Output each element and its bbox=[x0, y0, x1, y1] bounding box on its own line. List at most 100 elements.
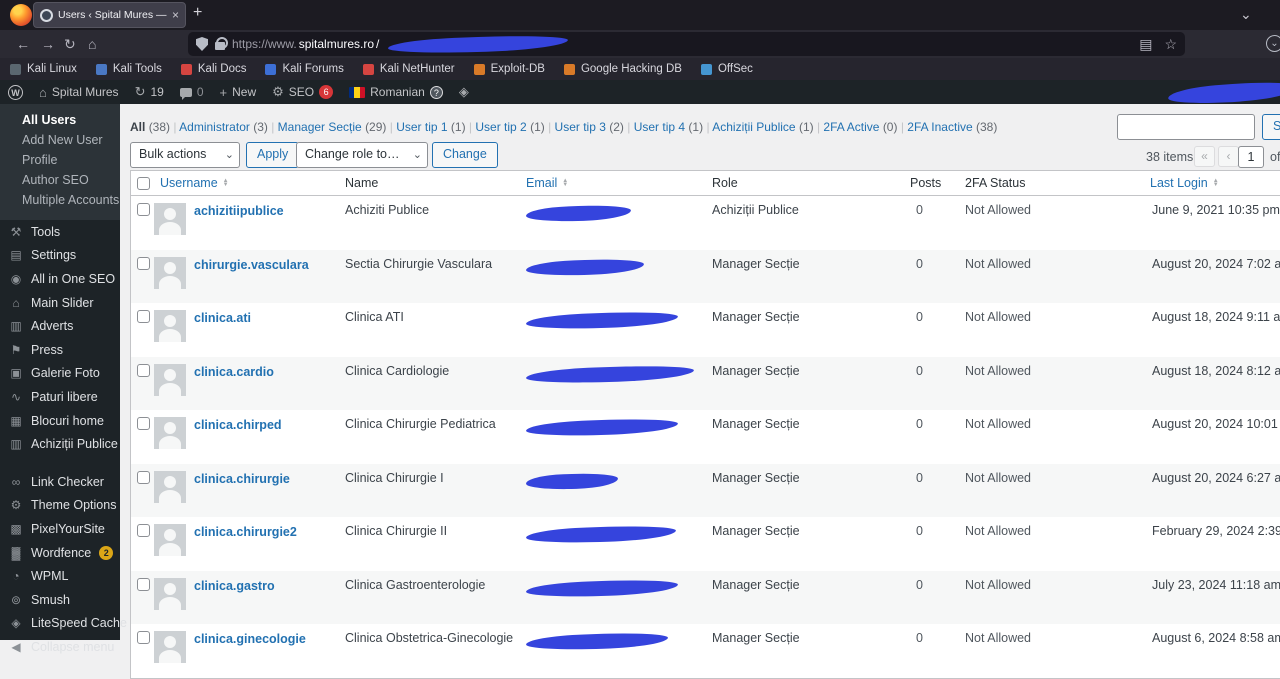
posts-cell[interactable]: 0 bbox=[902, 364, 957, 378]
bookmark-item[interactable]: Kali Linux bbox=[10, 63, 77, 75]
row-checkbox[interactable] bbox=[137, 577, 150, 591]
username-link[interactable]: clinica.cardio bbox=[194, 364, 274, 396]
username-link[interactable]: clinica.ati bbox=[194, 310, 251, 342]
submenu-item[interactable]: Profile bbox=[0, 150, 120, 170]
bookmark-item[interactable]: Kali NetHunter bbox=[362, 63, 455, 75]
row-checkbox[interactable] bbox=[137, 524, 150, 537]
row-checkbox[interactable] bbox=[137, 631, 150, 644]
prev-page-button[interactable]: ‹ bbox=[1218, 146, 1239, 167]
row-checkbox[interactable] bbox=[137, 470, 150, 484]
sidebar-menu-item[interactable]: ∿ Paturi libere bbox=[0, 385, 120, 409]
adminbar-updates[interactable]: ↻ 19 bbox=[135, 84, 164, 100]
sidebar-menu-item[interactable]: ⚑ Press bbox=[0, 338, 120, 362]
sidebar-menu-item[interactable]: ▥ Adverts bbox=[0, 314, 120, 338]
posts-cell[interactable]: 0 bbox=[902, 578, 957, 592]
role-filter-link[interactable]: User tip 4 (1) bbox=[627, 120, 706, 134]
row-checkbox[interactable] bbox=[137, 203, 150, 216]
sidebar-menu-item[interactable]: ▥ Achiziții Publice bbox=[0, 432, 120, 456]
submenu-item[interactable]: Multiple Accounts bbox=[0, 190, 120, 210]
posts-cell[interactable]: 0 bbox=[902, 203, 957, 217]
sidebar-menu-item[interactable]: ⚒ Tools bbox=[0, 220, 120, 244]
row-checkbox[interactable] bbox=[137, 256, 150, 270]
firefox-logo-icon[interactable] bbox=[10, 4, 32, 26]
posts-cell[interactable]: 0 bbox=[902, 257, 957, 271]
bookmark-item[interactable]: Kali Tools bbox=[95, 63, 162, 75]
column-header-last-login[interactable]: Last Login ▲ ▼ bbox=[1142, 176, 1280, 190]
bookmark-item[interactable]: Exploit-DB bbox=[473, 63, 545, 75]
adminbar-site-name[interactable]: ⌂ Spital Mures bbox=[39, 85, 119, 100]
role-filter-link[interactable]: User tip 1 (1) bbox=[390, 120, 469, 134]
sidebar-menu-item[interactable]: ▦ Blocuri home bbox=[0, 409, 120, 433]
forward-icon[interactable]: → bbox=[41, 35, 55, 53]
row-checkbox[interactable] bbox=[137, 363, 150, 377]
select-all-checkbox[interactable] bbox=[137, 176, 150, 190]
sidebar-menu-item[interactable]: ▣ Galerie Foto bbox=[0, 362, 120, 386]
posts-cell[interactable]: 0 bbox=[902, 524, 957, 538]
sidebar-menu-item[interactable]: ⚙ Theme Options bbox=[0, 494, 120, 518]
posts-cell[interactable]: 0 bbox=[902, 471, 957, 485]
username-link[interactable]: clinica.gastro bbox=[194, 578, 275, 610]
submenu-item[interactable]: All Users bbox=[0, 110, 120, 130]
adminbar-language[interactable]: Romanian ? bbox=[349, 85, 443, 99]
adminbar-seo[interactable]: ⚙ SEO 6 bbox=[272, 84, 334, 100]
role-filter-link[interactable]: User tip 2 (1) bbox=[469, 120, 548, 134]
role-filter-link[interactable]: Achiziții Publice (1) bbox=[706, 120, 817, 134]
adminbar-new[interactable]: + New bbox=[220, 85, 257, 100]
adminbar-litespeed[interactable]: ◈ bbox=[459, 84, 469, 100]
role-filter-link[interactable]: Manager Secție (29) bbox=[271, 120, 390, 134]
reader-mode-icon[interactable]: ▤ bbox=[1139, 35, 1152, 53]
adminbar-comments[interactable]: 0 bbox=[179, 85, 204, 100]
bookmark-item[interactable]: Kali Docs bbox=[180, 63, 246, 75]
username-link[interactable]: achizitiipublice bbox=[194, 203, 284, 235]
bookmark-item[interactable]: Google Hacking DB bbox=[563, 63, 682, 75]
submenu-item[interactable]: Author SEO bbox=[0, 170, 120, 190]
home-icon[interactable]: ⌂ bbox=[88, 35, 96, 53]
tab-close-icon[interactable]: × bbox=[172, 8, 179, 22]
sidebar-menu-item[interactable]: ◔ WPML bbox=[0, 564, 120, 588]
posts-cell[interactable]: 0 bbox=[902, 417, 957, 431]
first-page-button[interactable]: « bbox=[1194, 146, 1215, 167]
posts-cell[interactable]: 0 bbox=[902, 631, 957, 645]
submenu-item[interactable]: Add New User bbox=[0, 130, 120, 150]
back-icon[interactable]: ← bbox=[16, 35, 30, 53]
column-header-username[interactable]: Username ▲ ▼ bbox=[152, 176, 337, 190]
username-link[interactable]: chirurgie.vasculara bbox=[194, 257, 309, 289]
sidebar-menu-item[interactable]: ▩ PixelYourSite bbox=[0, 517, 120, 541]
posts-cell[interactable]: 0 bbox=[902, 310, 957, 324]
username-link[interactable]: clinica.chirped bbox=[194, 417, 282, 449]
tracking-shield-icon[interactable] bbox=[196, 37, 208, 51]
browser-tab[interactable]: Users ‹ Spital Mures — W × bbox=[33, 2, 186, 28]
bookmark-item[interactable]: Kali Forums bbox=[265, 63, 344, 75]
new-tab-button[interactable]: + bbox=[193, 4, 202, 22]
sidebar-menu-item[interactable]: ◈ LiteSpeed Cache bbox=[0, 612, 127, 636]
sidebar-menu-item[interactable]: ⌂ Main Slider bbox=[0, 291, 120, 315]
sidebar-menu-item[interactable]: ▤ Settings bbox=[0, 244, 120, 268]
sidebar-menu-item[interactable]: ◀ Collapse menu bbox=[0, 635, 120, 659]
current-page-input[interactable] bbox=[1238, 146, 1264, 168]
lock-icon[interactable] bbox=[215, 37, 228, 50]
wp-logo-menu[interactable]: W bbox=[8, 84, 23, 100]
sidebar-menu-item[interactable]: ▓ Wordfence 2 bbox=[0, 541, 120, 565]
role-filter-link[interactable]: User tip 3 (2) bbox=[548, 120, 627, 134]
username-link[interactable]: clinica.chirurgie bbox=[194, 471, 290, 503]
pocket-icon[interactable]: ⌄ bbox=[1266, 35, 1280, 52]
tab-list-chevron-icon[interactable]: ⌄ bbox=[1240, 6, 1252, 23]
bookmark-item[interactable]: OffSec bbox=[700, 63, 753, 75]
url-bar[interactable]: https://www. spitalmures.ro / ▤ ☆ bbox=[188, 32, 1185, 56]
search-users-input[interactable] bbox=[1117, 114, 1255, 140]
search-users-button[interactable]: Search Users bbox=[1262, 114, 1280, 140]
username-link[interactable]: clinica.ginecologie bbox=[194, 631, 306, 663]
sidebar-menu-item[interactable]: ⊚ Smush bbox=[0, 588, 120, 612]
sidebar-menu-item[interactable]: ∞ Link Checker bbox=[0, 470, 120, 494]
sidebar-menu-item[interactable]: ◉ All in One SEO bbox=[0, 267, 120, 291]
row-checkbox[interactable] bbox=[137, 417, 150, 430]
reload-icon[interactable]: ↻ bbox=[64, 35, 76, 53]
role-filter-link[interactable]: 2FA Inactive (38) bbox=[901, 120, 998, 134]
username-link[interactable]: clinica.chirurgie2 bbox=[194, 524, 297, 556]
role-filter-link[interactable]: Administrator (3) bbox=[173, 120, 271, 134]
bookmark-star-icon[interactable]: ☆ bbox=[1164, 35, 1177, 53]
column-header-email[interactable]: Email ▲ ▼ bbox=[518, 176, 704, 190]
role-filter-link[interactable]: 2FA Active (0) bbox=[817, 120, 901, 134]
role-filter-link[interactable]: All (38) bbox=[130, 120, 173, 134]
row-checkbox[interactable] bbox=[137, 310, 150, 323]
